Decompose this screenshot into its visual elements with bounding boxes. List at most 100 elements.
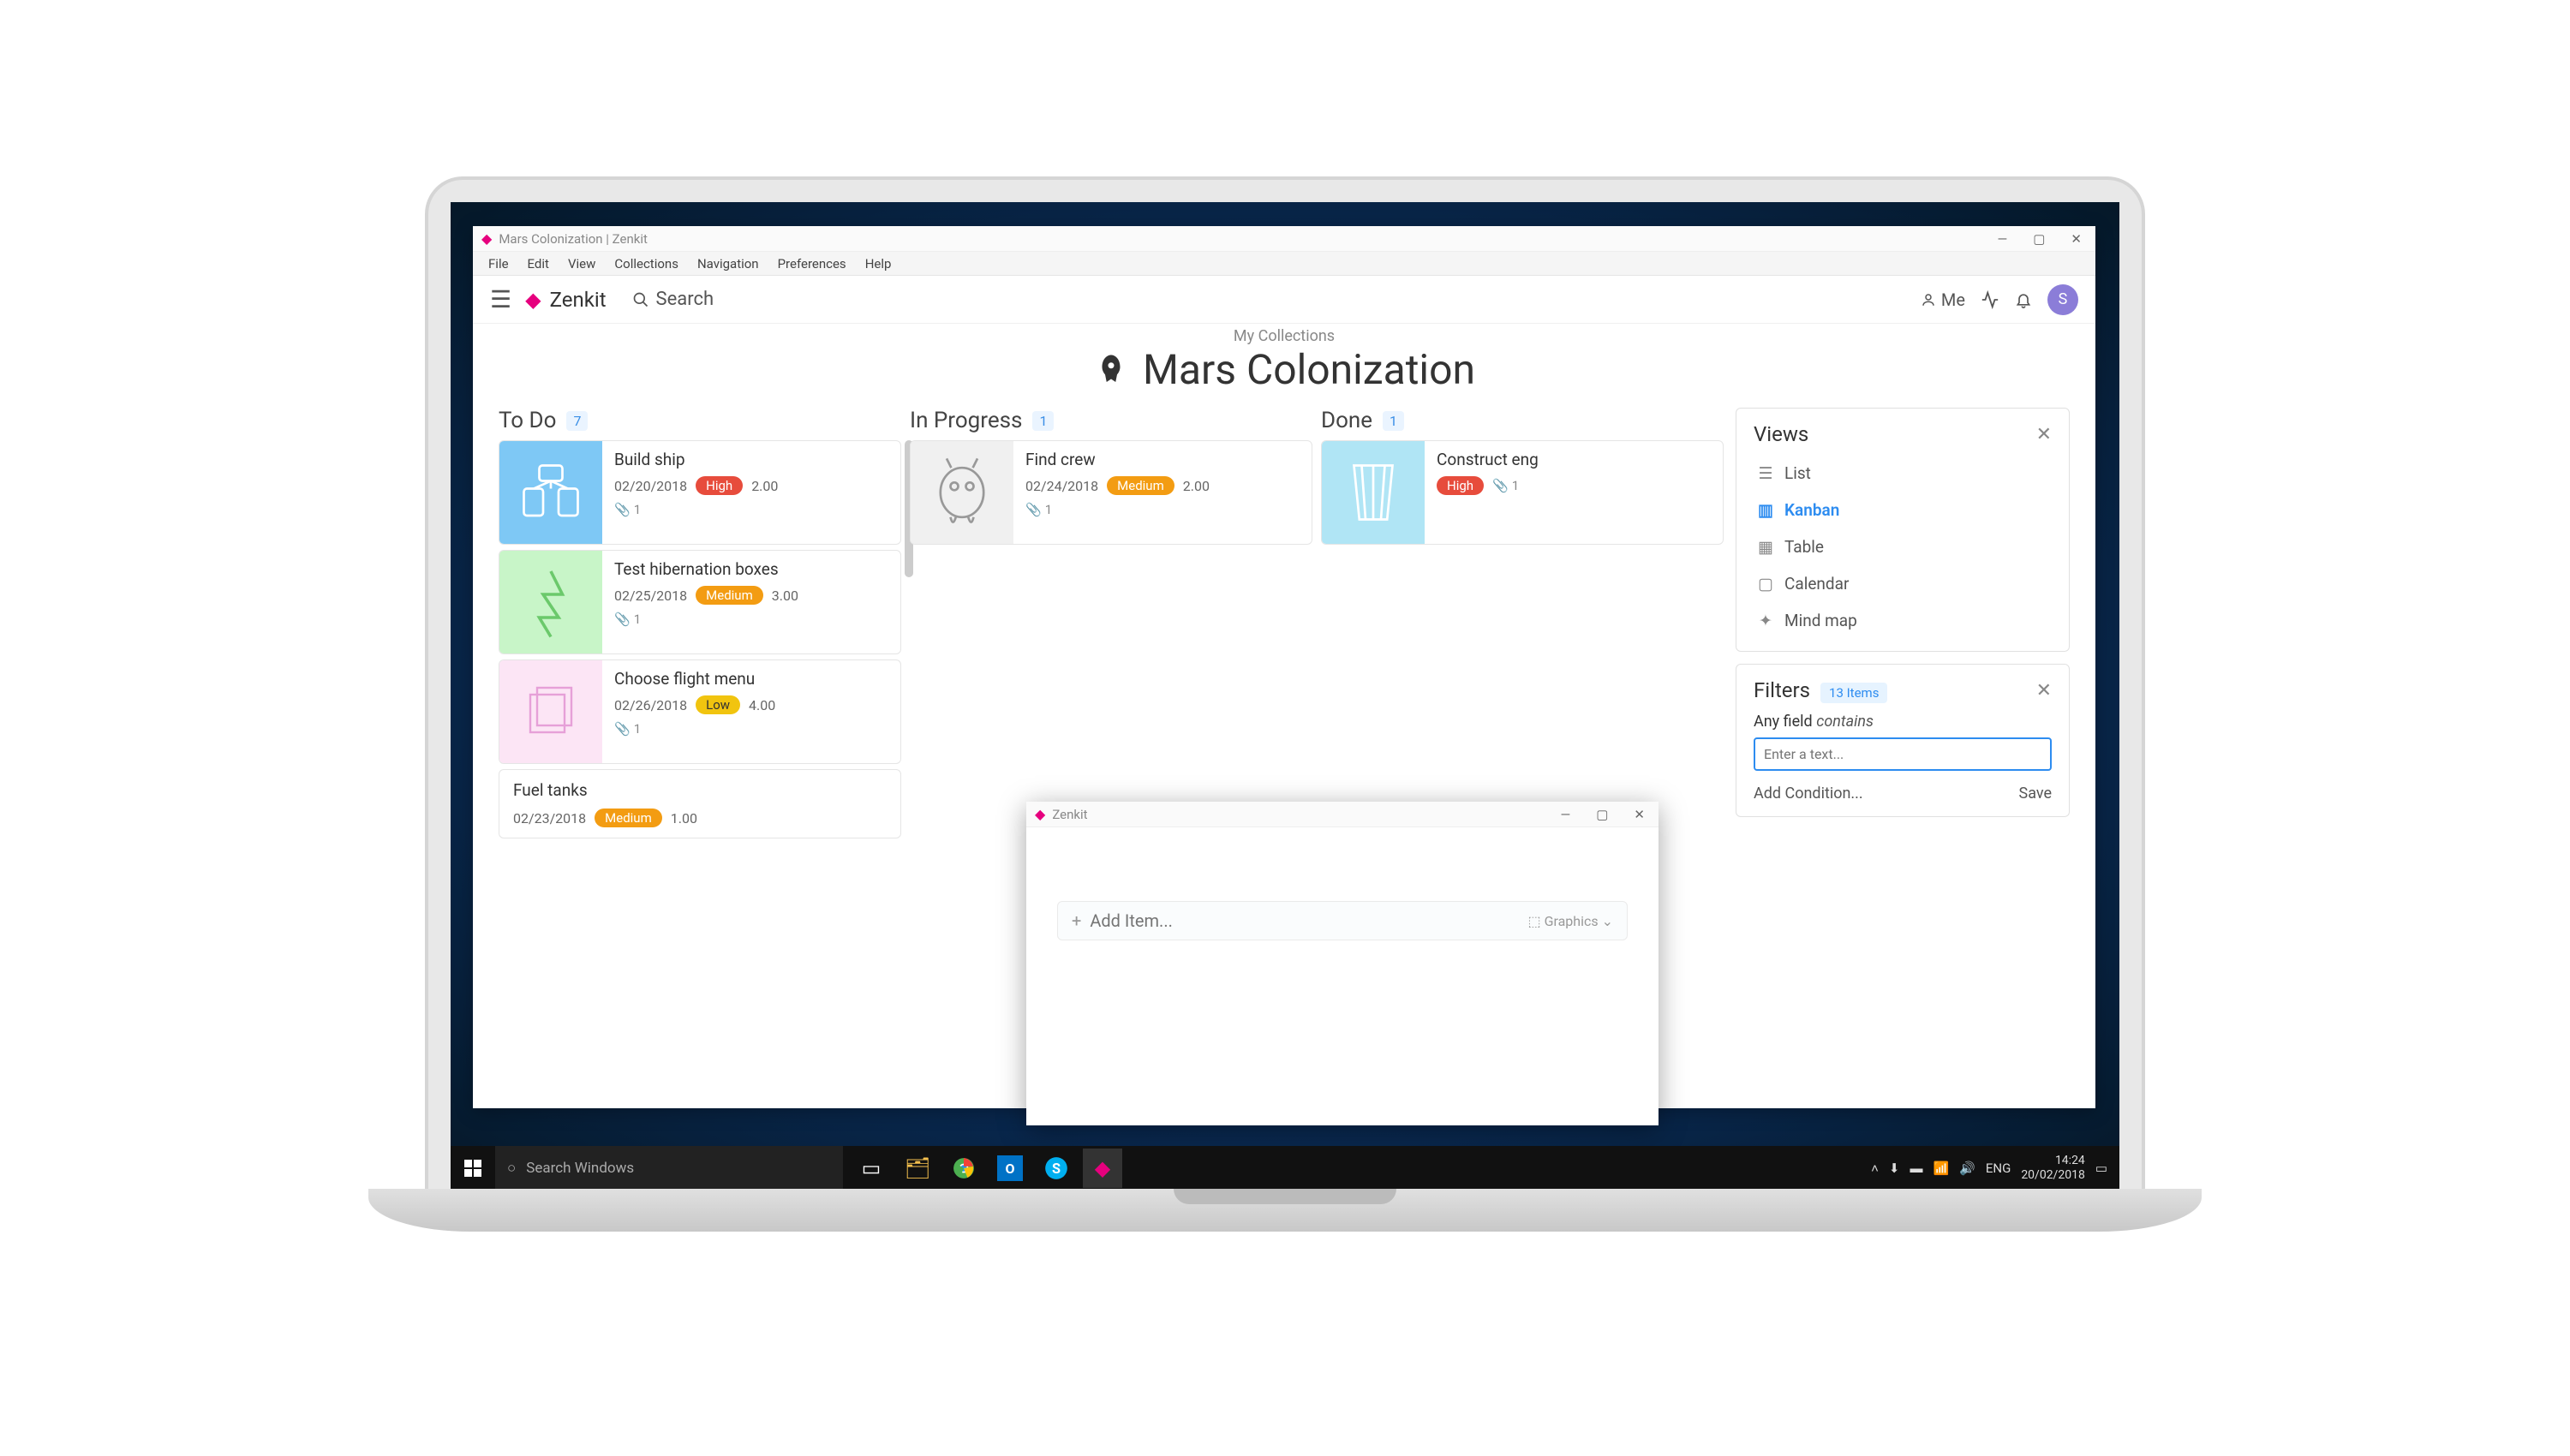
- card-hours: 2.00: [1183, 478, 1210, 494]
- card[interactable]: Build ship 02/20/2018 High 2.00 📎 1: [499, 440, 901, 545]
- dropbox-icon[interactable]: ⬇: [1889, 1161, 1900, 1176]
- volume-icon[interactable]: 🔊: [1959, 1161, 1975, 1176]
- column-title: Done: [1321, 408, 1372, 433]
- mini-window-title: Zenkit: [1052, 807, 1087, 822]
- plus-icon: +: [1072, 910, 1081, 931]
- column-title: To Do: [499, 408, 556, 433]
- topbar: ☰ ◆ Zenkit Search: [473, 276, 2095, 324]
- view-item-mindmap[interactable]: ✦ Mind map: [1754, 604, 2052, 637]
- file-explorer-icon[interactable]: 🗂: [898, 1149, 937, 1188]
- card[interactable]: Fuel tanks 02/23/2018 Medium 1.00: [499, 769, 901, 838]
- add-item-input[interactable]: [1090, 910, 1527, 931]
- bell-icon[interactable]: [2015, 291, 2032, 308]
- card-hours: 2.00: [751, 478, 778, 494]
- activity-icon[interactable]: [1981, 290, 1999, 309]
- card-title: Find crew: [1025, 450, 1300, 469]
- card-title: Fuel tanks: [513, 780, 887, 800]
- minimize-button[interactable]: —: [1993, 231, 2013, 247]
- task-view-icon[interactable]: ▭: [852, 1149, 891, 1188]
- attachment-count: 📎 1: [614, 721, 888, 737]
- me-label: Me: [1941, 289, 1965, 310]
- attachment-count: 📎 1: [614, 502, 888, 517]
- attachment-count: 📎 1: [1025, 502, 1300, 517]
- hamburger-icon[interactable]: ☰: [490, 285, 511, 313]
- card-title: Build ship: [614, 450, 888, 469]
- table-icon: ▦: [1757, 537, 1774, 557]
- close-button[interactable]: ✕: [1629, 807, 1650, 822]
- views-panel: Views ✕ ☰ List ▥ Kanban: [1736, 408, 2070, 652]
- close-icon[interactable]: ✕: [2036, 680, 2052, 701]
- card-thumb: [499, 551, 602, 653]
- view-item-list[interactable]: ☰ List: [1754, 456, 2052, 490]
- view-item-kanban[interactable]: ▥ Kanban: [1754, 493, 2052, 527]
- menu-navigation[interactable]: Navigation: [689, 254, 768, 273]
- window-title: Mars Colonization | Zenkit: [499, 231, 648, 247]
- brand-name: Zenkit: [550, 288, 607, 312]
- menu-preferences[interactable]: Preferences: [769, 254, 855, 273]
- menubar: File Edit View Collections Navigation Pr…: [473, 252, 2095, 276]
- card[interactable]: Construct eng High 📎 1: [1321, 440, 1724, 545]
- kanban-icon: ▥: [1757, 500, 1774, 520]
- brand[interactable]: ◆ Zenkit: [525, 288, 606, 312]
- graphics-dropdown[interactable]: ⬚ Graphics ⌄: [1527, 913, 1613, 929]
- save-button[interactable]: Save: [2019, 785, 2053, 803]
- search-button[interactable]: Search: [632, 289, 714, 310]
- wifi-icon[interactable]: 📶: [1933, 1161, 1949, 1176]
- skype-icon[interactable]: S: [1037, 1149, 1076, 1188]
- cortana-icon: ○: [507, 1160, 516, 1177]
- card-thumb: [499, 441, 602, 544]
- me-button[interactable]: Me: [1921, 289, 1965, 310]
- view-item-table[interactable]: ▦ Table: [1754, 530, 2052, 564]
- clock[interactable]: 14:24 20/02/2018: [2021, 1154, 2085, 1183]
- card-hours: 4.00: [749, 697, 775, 713]
- list-icon: ☰: [1757, 463, 1774, 483]
- close-button[interactable]: ✕: [2065, 231, 2087, 247]
- attachment-count: 📎 1: [1492, 478, 1519, 493]
- card-title: Choose flight menu: [614, 669, 888, 689]
- view-item-calendar[interactable]: ▢ Calendar: [1754, 567, 2052, 600]
- menu-edit[interactable]: Edit: [519, 254, 558, 273]
- kanban-board: To Do 7 Build ship: [473, 408, 2095, 838]
- mini-zenkit-window: ◆ Zenkit — ▢ ✕ + ⬚ Graphics ⌄: [1026, 802, 1659, 1125]
- column-count: 1: [1032, 411, 1054, 431]
- taskbar-search[interactable]: ○ Search Windows: [495, 1146, 843, 1190]
- search-label: Search: [656, 289, 714, 310]
- breadcrumb[interactable]: My Collections: [473, 327, 2095, 345]
- outlook-icon[interactable]: O: [997, 1155, 1023, 1181]
- priority-badge: Medium: [696, 586, 763, 605]
- card-title: Construct eng: [1437, 450, 1711, 469]
- maximize-button[interactable]: ▢: [1591, 807, 1613, 822]
- card[interactable]: Find crew 02/24/2018 Medium 2.00 📎 1: [910, 440, 1312, 545]
- titlebar: ◆ Mars Colonization | Zenkit — ▢ ✕: [473, 226, 2095, 252]
- menu-view[interactable]: View: [559, 254, 604, 273]
- close-icon[interactable]: ✕: [2036, 424, 2052, 445]
- add-condition-button[interactable]: Add Condition...: [1754, 785, 1863, 803]
- filters-panel: Filters 13 Items ✕ Any field contains: [1736, 664, 2070, 817]
- chevron-down-icon: ⌄: [1602, 913, 1613, 929]
- titlebar: ◆ Zenkit — ▢ ✕: [1026, 802, 1659, 827]
- chevron-up-icon[interactable]: ˄: [1871, 1161, 1879, 1176]
- user-icon: [1921, 292, 1936, 307]
- battery-icon[interactable]: ▬: [1910, 1161, 1922, 1176]
- chrome-icon[interactable]: [944, 1149, 983, 1188]
- menu-collections[interactable]: Collections: [606, 254, 687, 273]
- menu-file[interactable]: File: [480, 254, 517, 273]
- zenkit-taskbar-icon[interactable]: ◆: [1083, 1149, 1122, 1188]
- notifications-icon[interactable]: ▭: [2095, 1161, 2107, 1176]
- language-indicator[interactable]: ENG: [1986, 1161, 2011, 1176]
- card-hours: 1.00: [671, 810, 697, 826]
- menu-help[interactable]: Help: [857, 254, 900, 273]
- maximize-button[interactable]: ▢: [2028, 231, 2050, 247]
- filter-text-input[interactable]: [1754, 737, 2052, 771]
- add-item-row[interactable]: + ⬚ Graphics ⌄: [1057, 901, 1628, 940]
- avatar[interactable]: S: [2047, 284, 2078, 315]
- priority-badge: Low: [696, 695, 740, 714]
- windows-taskbar: ○ Search Windows ▭ 🗂 O S ◆ ˄: [451, 1146, 2119, 1190]
- paperclip-icon: 📎: [1492, 478, 1509, 493]
- start-button[interactable]: [451, 1146, 495, 1190]
- card[interactable]: Choose flight menu 02/26/2018 Low 4.00 📎…: [499, 659, 901, 764]
- filter-count-badge: 13 Items: [1820, 683, 1887, 703]
- card[interactable]: Test hibernation boxes 02/25/2018 Medium…: [499, 550, 901, 654]
- calendar-icon: ▢: [1757, 574, 1774, 594]
- minimize-button[interactable]: —: [1556, 807, 1576, 822]
